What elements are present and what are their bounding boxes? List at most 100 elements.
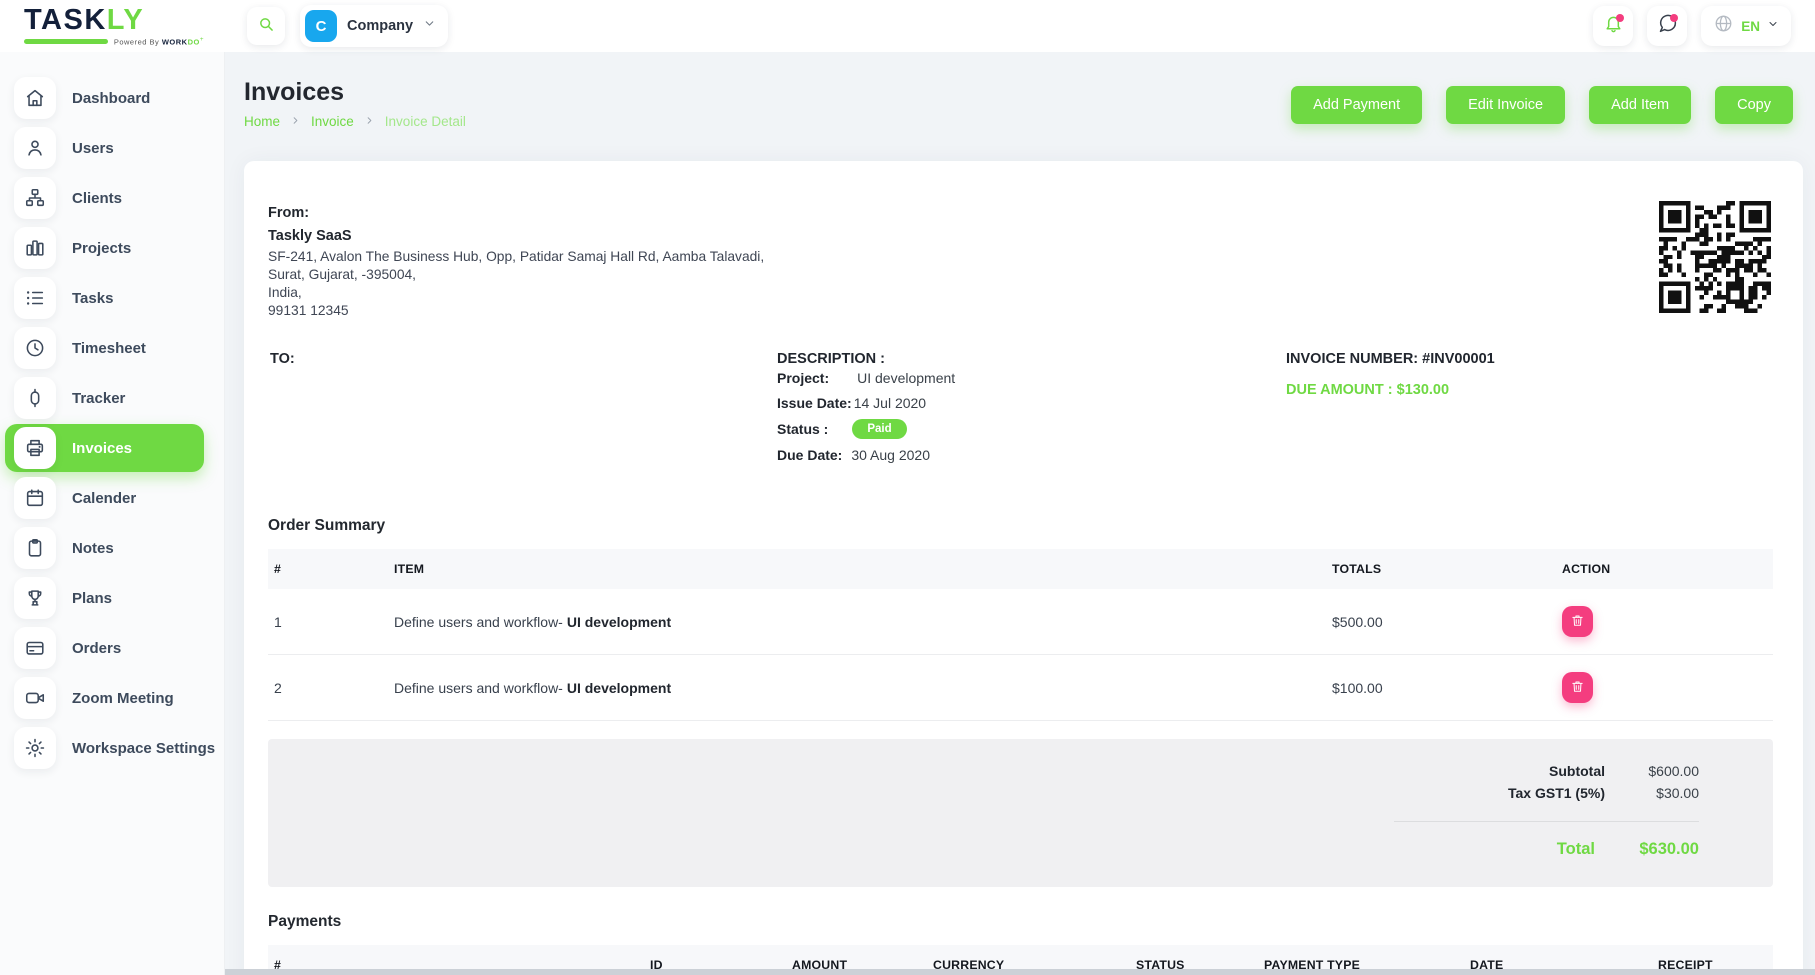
subtotal-value: $600.00 <box>1619 763 1699 779</box>
sidebar-item-notes[interactable]: Notes <box>5 524 204 572</box>
chevron-down-icon <box>1767 17 1779 35</box>
total-value: $630.00 <box>1609 840 1699 859</box>
invoice-totals: Subtotal $600.00 Tax GST1 (5%) $30.00 To… <box>268 739 1773 887</box>
order-summary-table: # ITEM TOTALS ACTION 1 Define users and … <box>268 549 1773 721</box>
breadcrumb-invoice[interactable]: Invoice <box>311 114 354 129</box>
logo-text: TASKLY <box>24 5 204 35</box>
tax-value: $30.00 <box>1619 785 1699 801</box>
invoice-from-block: From: Taskly SaaS SF-241, Avalon The Bus… <box>268 205 1773 320</box>
invoice-card: From: Taskly SaaS SF-241, Avalon The Bus… <box>244 161 1803 975</box>
language-dropdown[interactable]: EN <box>1701 6 1791 46</box>
video-camera-icon <box>14 677 56 719</box>
issue-date-label: Issue Date: <box>777 395 852 411</box>
chevron-right-icon <box>290 114 301 129</box>
to-label: TO: <box>270 351 295 367</box>
add-payment-button[interactable]: Add Payment <box>1291 86 1422 124</box>
sidebar-item-orders[interactable]: Orders <box>5 624 204 672</box>
subtotal-label: Subtotal <box>1549 763 1605 779</box>
powered-by-text: Powered By WORKDO+ <box>114 36 204 47</box>
order-summary-title: Order Summary <box>268 517 1773 535</box>
breadcrumb-home[interactable]: Home <box>244 114 280 129</box>
list-icon <box>14 277 56 319</box>
logo-underline <box>24 39 108 44</box>
sidebar-item-dashboard[interactable]: Dashboard <box>5 74 204 122</box>
edit-invoice-button[interactable]: Edit Invoice <box>1446 86 1565 124</box>
chevron-right-icon <box>364 114 375 129</box>
taskly-logo[interactable]: TASKLY Powered By WORKDO+ <box>24 5 204 47</box>
delete-item-button[interactable] <box>1562 672 1593 703</box>
description-label: DESCRIPTION : <box>777 351 955 367</box>
sidebar-item-plans[interactable]: Plans <box>5 574 204 622</box>
bar-chart-icon <box>14 227 56 269</box>
delete-item-button[interactable] <box>1562 606 1593 637</box>
column-header-item: ITEM <box>388 549 1326 589</box>
from-label: From: <box>268 205 1773 221</box>
sidebar-item-zoom-meeting[interactable]: Zoom Meeting <box>5 674 204 722</box>
page-title: Invoices <box>244 78 466 107</box>
due-date-label: Due Date: <box>777 447 842 463</box>
due-date-value: 30 Aug 2020 <box>851 447 930 463</box>
horizontal-scrollbar[interactable] <box>225 969 1815 975</box>
sidebar-item-workspace-settings[interactable]: Workspace Settings <box>5 724 204 772</box>
tracker-icon <box>14 377 56 419</box>
messages-button[interactable] <box>1647 6 1687 46</box>
project-label: Project: <box>777 370 829 386</box>
user-icon <box>14 127 56 169</box>
tax-label: Tax GST1 (5%) <box>1508 785 1605 801</box>
order-row: 2 Define users and workflow-UI developme… <box>268 655 1773 721</box>
sidebar-item-tracker[interactable]: Tracker <box>5 374 204 422</box>
due-amount-value: $130.00 <box>1397 382 1449 398</box>
trash-icon <box>1570 613 1585 631</box>
company-dropdown[interactable]: C Company <box>300 5 448 47</box>
breadcrumb-current: Invoice Detail <box>385 114 466 129</box>
search-button[interactable] <box>247 7 285 45</box>
issue-date-value: 14 Jul 2020 <box>854 395 926 411</box>
sitemap-icon <box>14 177 56 219</box>
invoice-number-label: INVOICE NUMBER: <box>1286 351 1418 367</box>
sidebar-item-projects[interactable]: Projects <box>5 224 204 272</box>
status-label: Status : <box>777 421 828 437</box>
column-header-index: # <box>268 549 388 589</box>
printer-icon <box>14 427 56 469</box>
invoice-number-value: #INV00001 <box>1422 351 1495 367</box>
due-amount-label: DUE AMOUNT : <box>1286 382 1393 398</box>
clipboard-icon <box>14 527 56 569</box>
qr-code <box>1659 201 1771 313</box>
sidebar-item-invoices[interactable]: Invoices <box>5 424 204 472</box>
from-company-name: Taskly SaaS <box>268 228 1773 244</box>
project-value: UI development <box>857 370 955 386</box>
from-address: SF-241, Avalon The Business Hub, Opp, Pa… <box>268 248 768 320</box>
totals-divider <box>1394 821 1699 822</box>
sidebar-item-tasks[interactable]: Tasks <box>5 274 204 322</box>
status-badge: Paid <box>852 419 906 439</box>
sidebar: Dashboard Users Clients Projects Tasks T… <box>0 52 225 975</box>
globe-icon <box>1713 13 1734 39</box>
copy-button[interactable]: Copy <box>1715 86 1793 124</box>
company-avatar: C <box>305 10 337 42</box>
gear-icon <box>14 727 56 769</box>
add-item-button[interactable]: Add Item <box>1589 86 1691 124</box>
total-label: Total <box>1557 840 1595 859</box>
credit-card-icon <box>14 627 56 669</box>
column-header-totals: TOTALS <box>1326 549 1556 589</box>
sidebar-item-clients[interactable]: Clients <box>5 174 204 222</box>
calendar-icon <box>14 477 56 519</box>
page-actions: Add Payment Edit Invoice Add Item Copy <box>1291 86 1803 124</box>
payments-title: Payments <box>268 913 1773 931</box>
invoice-number-block: INVOICE NUMBER: #INV00001 DUE AMOUNT : $… <box>1286 351 1495 398</box>
breadcrumb: Home Invoice Invoice Detail <box>244 114 466 129</box>
language-label: EN <box>1741 19 1760 34</box>
order-row: 1 Define users and workflow-UI developme… <box>268 589 1773 655</box>
chevron-down-icon <box>423 17 436 35</box>
notifications-button[interactable] <box>1593 6 1633 46</box>
sidebar-item-timesheet[interactable]: Timesheet <box>5 324 204 372</box>
trophy-icon <box>14 577 56 619</box>
search-icon <box>256 14 276 39</box>
home-icon <box>14 77 56 119</box>
column-header-action: ACTION <box>1556 549 1773 589</box>
clock-icon <box>14 327 56 369</box>
trash-icon <box>1570 679 1585 697</box>
main-content: Invoices Home Invoice Invoice Detail Add… <box>225 52 1815 975</box>
sidebar-item-calender[interactable]: Calender <box>5 474 204 522</box>
sidebar-item-users[interactable]: Users <box>5 124 204 172</box>
